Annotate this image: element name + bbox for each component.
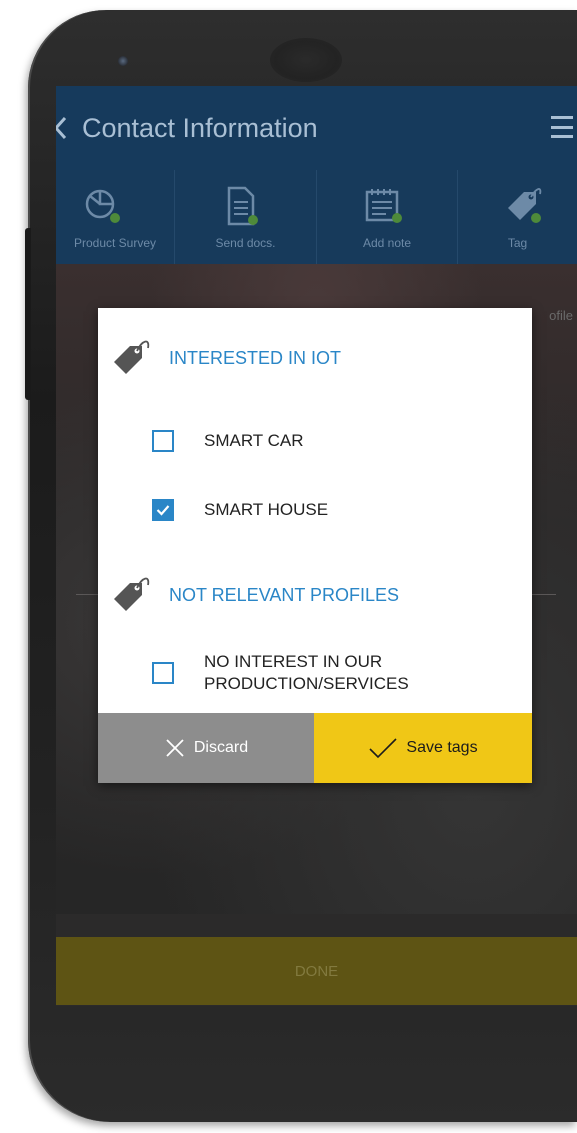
discard-button[interactable]: Discard xyxy=(98,713,314,783)
toolbar-item-send-docs[interactable]: Send docs. xyxy=(175,170,317,264)
tag-icon xyxy=(502,184,548,235)
tag-option-no-interest[interactable]: NO INTEREST IN OUR PRODUCTION/SERVICES xyxy=(152,651,409,695)
checkmark-icon xyxy=(156,505,170,516)
discard-label: Discard xyxy=(193,739,249,756)
page-title: Contact Information xyxy=(82,112,318,143)
tag-option-smart-car[interactable]: SMART CAR xyxy=(152,430,304,452)
tag-group-title: INTERESTED IN IOT xyxy=(169,347,342,368)
document-icon xyxy=(221,184,267,235)
checkbox[interactable] xyxy=(152,662,174,684)
chevron-left-icon[interactable] xyxy=(56,115,78,141)
action-toolbar: Product Survey Send docs. Add note Tag xyxy=(56,170,577,264)
save-tags-label: Save tags xyxy=(406,739,478,756)
tag-option-label-line1: NO INTEREST IN OUR xyxy=(204,652,383,671)
close-icon xyxy=(164,737,186,759)
toolbar-label: Add note xyxy=(362,236,412,250)
toolbar-label: Send docs. xyxy=(215,236,276,250)
done-label: DONE xyxy=(294,962,339,980)
toolbar-item-add-note[interactable]: Add note xyxy=(317,170,458,264)
front-camera xyxy=(118,56,128,66)
toolbar-item-product-survey[interactable]: Product Survey xyxy=(56,170,175,264)
tag-group-header: INTERESTED IN IOT xyxy=(98,330,532,386)
menu-icon[interactable] xyxy=(551,116,573,138)
save-tags-button[interactable]: Save tags xyxy=(314,713,532,783)
tag-icon xyxy=(110,334,154,383)
tag-group-header: NOT RELEVANT PROFILES xyxy=(98,567,532,623)
dialog-actions: Discard Save tags xyxy=(98,713,532,783)
tag-option-label-line2: PRODUCTION/SERVICES xyxy=(204,674,409,693)
tag-dialog: INTERESTED IN IOT SMART CAR SMART HOUSE … xyxy=(98,308,532,783)
phone-side-button xyxy=(25,228,31,400)
done-button[interactable]: DONE xyxy=(56,937,577,1005)
toolbar-label: Tag xyxy=(507,236,528,250)
profile-label: ofile xyxy=(549,308,573,323)
app-bar: Contact Information xyxy=(56,86,577,170)
phone-earpiece xyxy=(270,38,342,82)
tag-option-smart-house[interactable]: SMART HOUSE xyxy=(152,499,328,521)
tag-group-title: NOT RELEVANT PROFILES xyxy=(169,584,400,605)
survey-icon xyxy=(82,184,128,235)
checkbox[interactable] xyxy=(152,430,174,452)
tag-option-label: SMART CAR xyxy=(204,431,304,450)
tag-option-label: SMART HOUSE xyxy=(204,500,329,519)
checkbox-checked[interactable] xyxy=(152,499,174,521)
note-icon xyxy=(361,184,407,235)
toolbar-item-tag[interactable]: Tag xyxy=(458,170,577,264)
tag-list[interactable]: INTERESTED IN IOT SMART CAR SMART HOUSE … xyxy=(98,308,532,713)
tag-option-label: NO INTEREST IN OUR PRODUCTION/SERVICES xyxy=(204,651,409,695)
tag-icon xyxy=(110,571,154,620)
toolbar-label: Product Survey xyxy=(73,236,157,250)
checkmark-icon xyxy=(368,737,398,759)
